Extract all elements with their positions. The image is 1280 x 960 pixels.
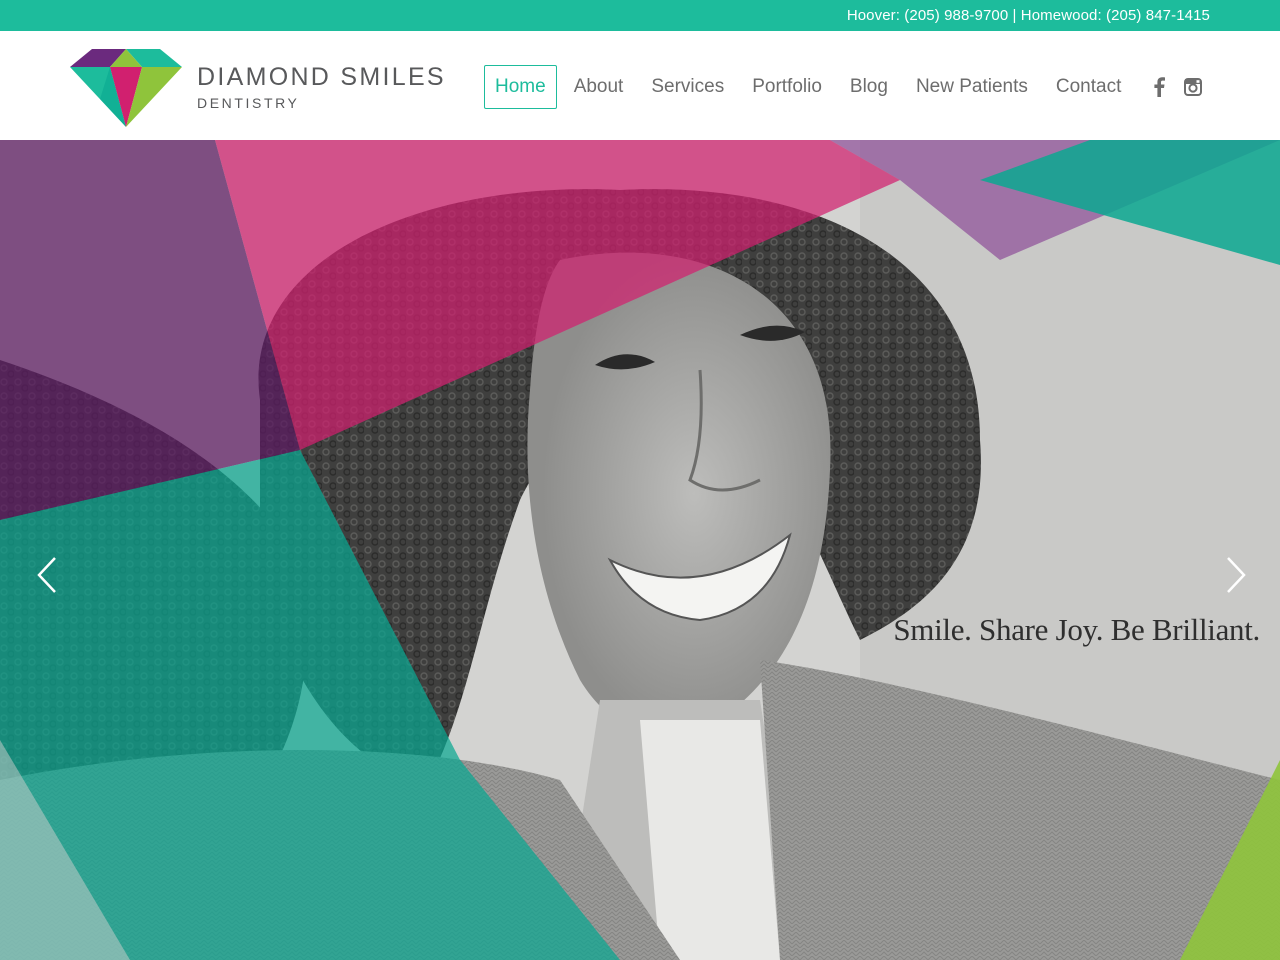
facebook-icon[interactable] (1146, 65, 1172, 109)
phone-numbers[interactable]: Hoover: (205) 988-9700 | Homewood: (205)… (847, 7, 1210, 24)
brand-name: DIAMOND SMILES (197, 63, 446, 91)
nav-portfolio[interactable]: Portfolio (741, 65, 833, 109)
site-logo[interactable]: DIAMOND SMILES DENTISTRY (70, 49, 460, 129)
nav-about[interactable]: About (563, 65, 635, 109)
hero-tagline: Smile. Share Joy. Be Brilliant. (893, 612, 1260, 647)
chevron-left-icon (37, 557, 56, 593)
nav-contact[interactable]: Contact (1045, 65, 1132, 109)
nav-services[interactable]: Services (640, 65, 735, 109)
site-header: DIAMOND SMILES DENTISTRY Home About Serv… (0, 31, 1280, 140)
diamond-logo-icon (70, 49, 182, 127)
main-nav: Home About Services Portfolio Blog New P… (484, 65, 1206, 109)
top-contact-bar: Hoover: (205) 988-9700 | Homewood: (205)… (0, 0, 1280, 31)
nav-blog[interactable]: Blog (839, 65, 899, 109)
hero-slider: Smile. Share Joy. Be Brilliant. (0, 140, 1280, 960)
chevron-right-icon (1227, 557, 1246, 593)
nav-new-patients[interactable]: New Patients (905, 65, 1039, 109)
instagram-icon[interactable] (1180, 65, 1206, 109)
hero-image (0, 140, 1280, 960)
nav-home[interactable]: Home (484, 65, 557, 109)
slider-next-arrow[interactable] (1221, 555, 1251, 595)
slider-prev-arrow[interactable] (32, 555, 62, 595)
brand-subtitle: DENTISTRY (197, 95, 300, 111)
